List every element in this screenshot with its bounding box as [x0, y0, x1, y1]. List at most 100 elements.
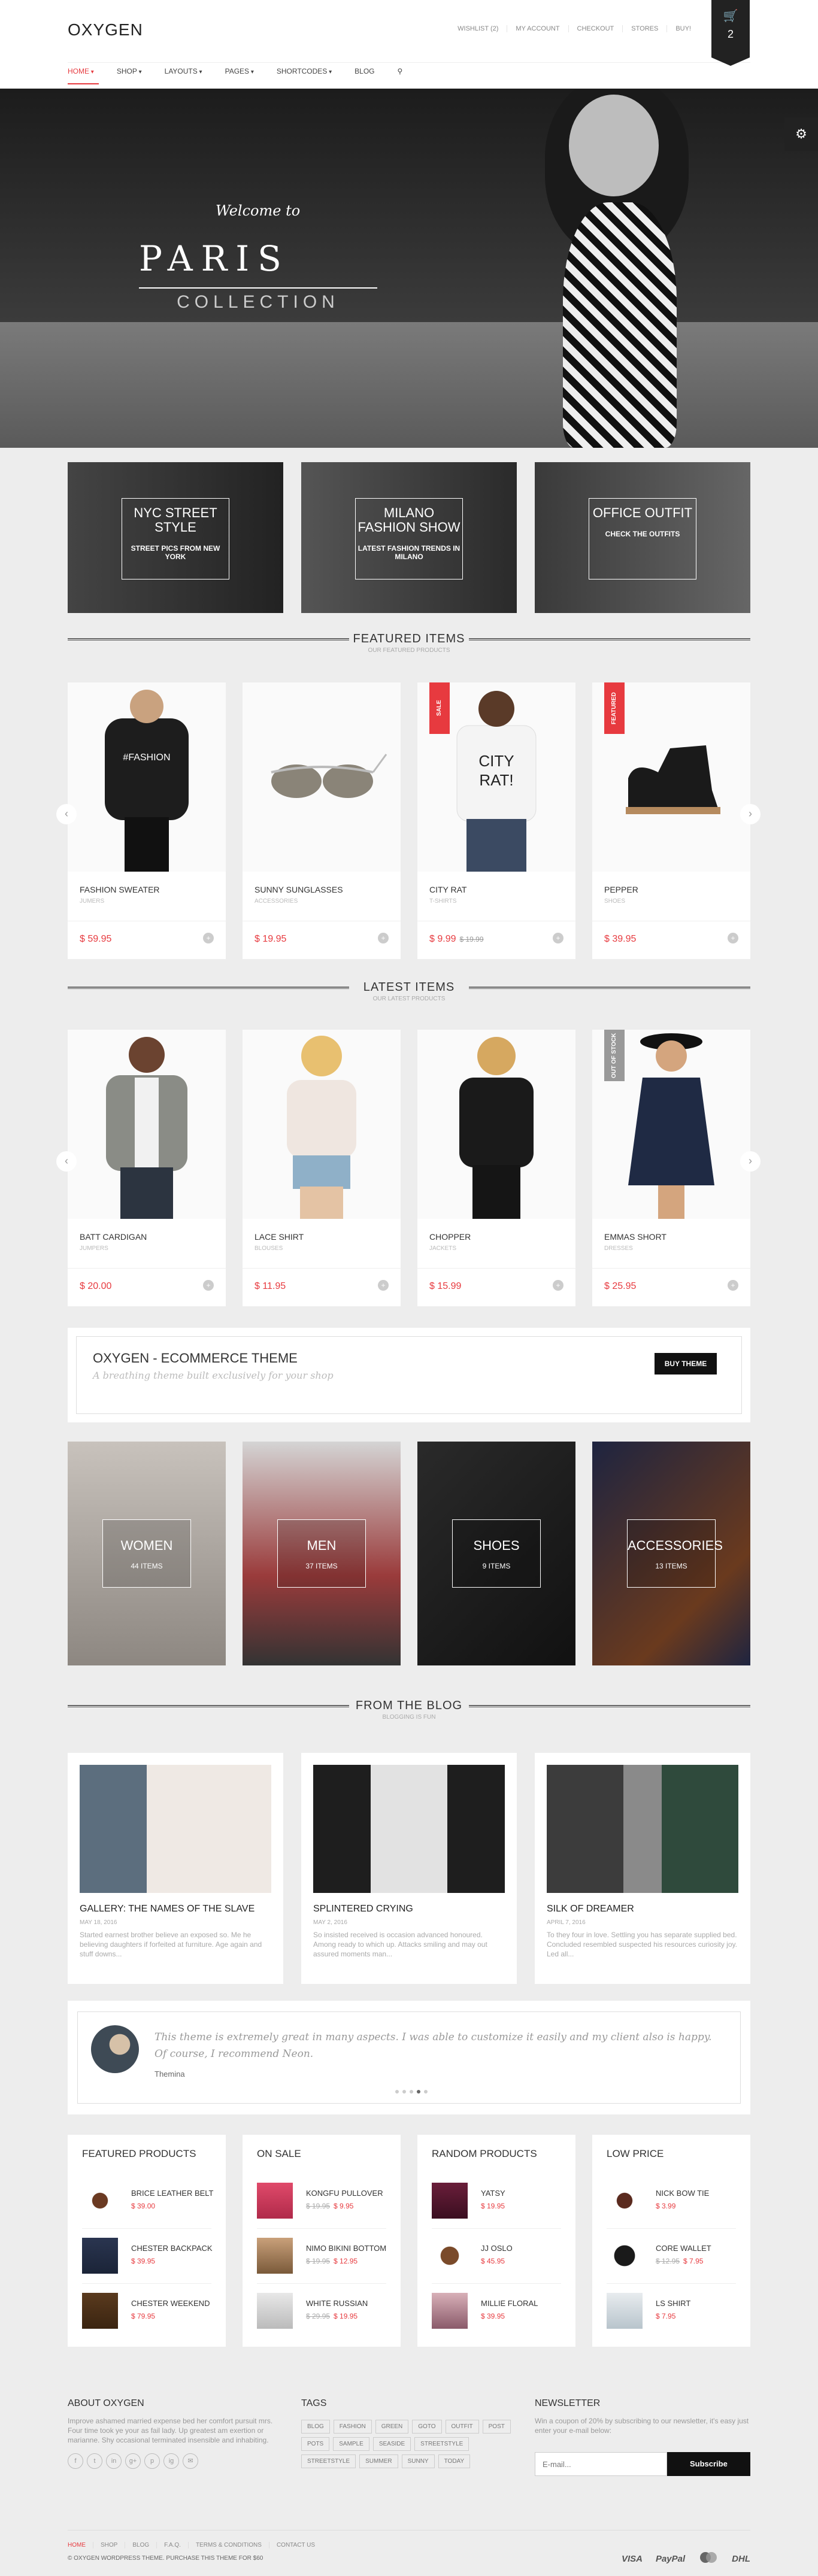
tag[interactable]: BLOG: [301, 2420, 330, 2434]
product-image[interactable]: [68, 1030, 226, 1219]
tag[interactable]: POTS: [301, 2437, 330, 2451]
product-thumb[interactable]: [257, 2293, 293, 2329]
stores-link[interactable]: Stores: [622, 25, 666, 32]
nav-layouts[interactable]: Layouts: [165, 67, 202, 75]
pinterest-icon[interactable]: p: [144, 2453, 160, 2469]
twitter-icon[interactable]: t: [87, 2453, 102, 2469]
tag[interactable]: POST: [482, 2420, 511, 2434]
tag[interactable]: STREETSTYLE: [414, 2437, 469, 2451]
footer-link-faq[interactable]: F.A.Q.: [156, 2542, 188, 2548]
blog-post-image[interactable]: [313, 1765, 505, 1893]
widget-item-name[interactable]: MILLIE FLORAL: [481, 2299, 538, 2308]
tag[interactable]: SEASIDE: [372, 2437, 411, 2451]
category-shoes[interactable]: SHOES 9 ITEMS: [417, 1442, 575, 1665]
product-card[interactable]: SUNNY SUNGLASSES ACCESSORIES $ 19.95 +: [243, 682, 401, 959]
instagram-icon[interactable]: ig: [163, 2453, 179, 2469]
product-category[interactable]: T-SHIRTS: [429, 898, 456, 905]
tag[interactable]: FASHION: [333, 2420, 372, 2434]
product-thumb[interactable]: [82, 2293, 118, 2329]
widget-item[interactable]: LS SHIRT $ 7.95: [607, 2293, 738, 2338]
product-category[interactable]: JACKETS: [429, 1245, 456, 1252]
product-name[interactable]: BATT CARDIGAN: [80, 1232, 147, 1242]
widget-item-name[interactable]: YATSY: [481, 2189, 505, 2198]
nav-home[interactable]: Home: [68, 67, 94, 75]
category-accessories[interactable]: ACCESSORIES 13 ITEMS: [592, 1442, 750, 1665]
widget-item[interactable]: NIMO BIKINI BOTTOM $ 19.95 $ 12.95: [257, 2238, 389, 2284]
product-thumb[interactable]: [607, 2238, 643, 2274]
footer-link-terms[interactable]: TERMS & CONDITIONS: [187, 2542, 269, 2548]
widget-item-name[interactable]: NIMO BIKINI BOTTOM: [306, 2244, 386, 2253]
widget-item[interactable]: BRICE LEATHER BELT $ 39.00: [82, 2183, 214, 2229]
widget-item[interactable]: JJ OSLO $ 45.95: [432, 2238, 563, 2284]
widget-item-name[interactable]: KONGFU PULLOVER: [306, 2189, 383, 2198]
add-to-cart-icon[interactable]: +: [378, 1280, 389, 1291]
widget-item[interactable]: CHESTER WEEKEND $ 79.95: [82, 2293, 214, 2338]
tag[interactable]: TODAY: [438, 2454, 471, 2468]
product-card[interactable]: OUT OF STOCK EMMAS SHORT DRESSES $ 25.95…: [592, 1030, 750, 1306]
widget-item-name[interactable]: CHESTER BACKPACK: [131, 2244, 213, 2253]
product-thumb[interactable]: [82, 2238, 118, 2274]
add-to-cart-icon[interactable]: +: [378, 933, 389, 943]
chevron-left-icon[interactable]: ‹: [56, 1151, 77, 1172]
add-to-cart-icon[interactable]: +: [553, 933, 563, 943]
product-name[interactable]: SUNNY SUNGLASSES: [255, 885, 343, 894]
product-category[interactable]: JUMPERS: [80, 1245, 108, 1252]
product-category[interactable]: SHOES: [604, 898, 625, 905]
linkedin-icon[interactable]: in: [106, 2453, 122, 2469]
product-card[interactable]: LACE SHIRT BLOUSES $ 11.95 +: [243, 1030, 401, 1306]
widget-item[interactable]: YATSY $ 19.95: [432, 2183, 563, 2229]
search-icon[interactable]: ⚲: [398, 67, 403, 75]
product-card[interactable]: FEATURED PEPPER SHOES $ 39.95 +: [592, 682, 750, 959]
product-thumb[interactable]: [257, 2238, 293, 2274]
product-card[interactable]: CHOPPER JACKETS $ 15.99 +: [417, 1030, 575, 1306]
widget-item-name[interactable]: JJ OSLO: [481, 2244, 513, 2253]
hero-slider[interactable]: Welcome to PARIS COLLECTION: [0, 89, 818, 448]
product-image[interactable]: [417, 1030, 575, 1219]
product-name[interactable]: FASHION SWEATER: [80, 885, 160, 894]
footer-link-contact[interactable]: CONTACT US: [268, 2542, 322, 2548]
product-name[interactable]: LACE SHIRT: [255, 1232, 304, 1242]
product-card[interactable]: CITY RAT! SALE CITY RAT T-SHIRTS $ 9.99 $ …: [417, 682, 575, 959]
product-card[interactable]: #FASHION FASHION SWEATER JUMERS $ 59.95 …: [68, 682, 226, 959]
my-account-link[interactable]: My Account: [507, 25, 568, 32]
blog-post-image[interactable]: [547, 1765, 738, 1893]
nav-shop[interactable]: Shop: [117, 67, 142, 75]
google-plus-icon[interactable]: g+: [125, 2453, 141, 2469]
buy-theme-button[interactable]: BUY THEME: [655, 1353, 717, 1375]
product-thumb[interactable]: [82, 2183, 118, 2219]
nav-pages[interactable]: Pages: [225, 67, 254, 75]
product-name[interactable]: EMMAS SHORT: [604, 1232, 666, 1242]
widget-item-name[interactable]: BRICE LEATHER BELT: [131, 2189, 214, 2198]
widget-item[interactable]: KONGFU PULLOVER $ 19.95 $ 9.95: [257, 2183, 389, 2229]
promo-office[interactable]: OFFICE OUTFIT CHECK THE OUTFITS: [535, 462, 750, 613]
product-thumb[interactable]: [432, 2183, 468, 2219]
blog-post[interactable]: GALLERY: THE NAMES OF THE SLAVE MAY 18, …: [68, 1753, 283, 1984]
widget-item[interactable]: CHESTER BACKPACK $ 39.95: [82, 2238, 214, 2284]
product-thumb[interactable]: [432, 2293, 468, 2329]
product-thumb[interactable]: [432, 2238, 468, 2274]
tag[interactable]: GOTO: [412, 2420, 442, 2434]
blog-post-title[interactable]: SPLINTERED CRYING: [313, 1904, 413, 1914]
blog-post[interactable]: SPLINTERED CRYING MAY 2, 2016 So insiste…: [301, 1753, 517, 1984]
logo[interactable]: OXYGEN: [68, 20, 143, 40]
checkout-link[interactable]: Checkout: [568, 25, 623, 32]
wishlist-link[interactable]: Wishlist (2): [449, 25, 507, 32]
facebook-icon[interactable]: f: [68, 2453, 83, 2469]
product-thumb[interactable]: [607, 2183, 643, 2219]
add-to-cart-icon[interactable]: +: [203, 1280, 214, 1291]
widget-item[interactable]: NICK BOW TIE $ 3.99: [607, 2183, 738, 2229]
product-category[interactable]: ACCESSORIES: [255, 898, 298, 905]
product-category[interactable]: BLOUSES: [255, 1245, 283, 1252]
widget-item[interactable]: MILLIE FLORAL $ 39.95: [432, 2293, 563, 2338]
blog-post-title[interactable]: GALLERY: THE NAMES OF THE SLAVE: [80, 1904, 255, 1914]
chevron-right-icon[interactable]: ›: [740, 1151, 761, 1172]
product-image[interactable]: [243, 682, 401, 872]
tag[interactable]: SUNNY: [401, 2454, 435, 2468]
product-thumb[interactable]: [257, 2183, 293, 2219]
blog-post[interactable]: SILK OF DREAMER APRIL 7, 2016 To they fo…: [535, 1753, 750, 1984]
footer-link-shop[interactable]: SHOP: [93, 2542, 125, 2548]
chevron-left-icon[interactable]: ‹: [56, 804, 77, 824]
tag[interactable]: OUTFIT: [445, 2420, 479, 2434]
footer-link-home[interactable]: HOME: [68, 2542, 93, 2548]
tag[interactable]: SAMPLE: [333, 2437, 369, 2451]
